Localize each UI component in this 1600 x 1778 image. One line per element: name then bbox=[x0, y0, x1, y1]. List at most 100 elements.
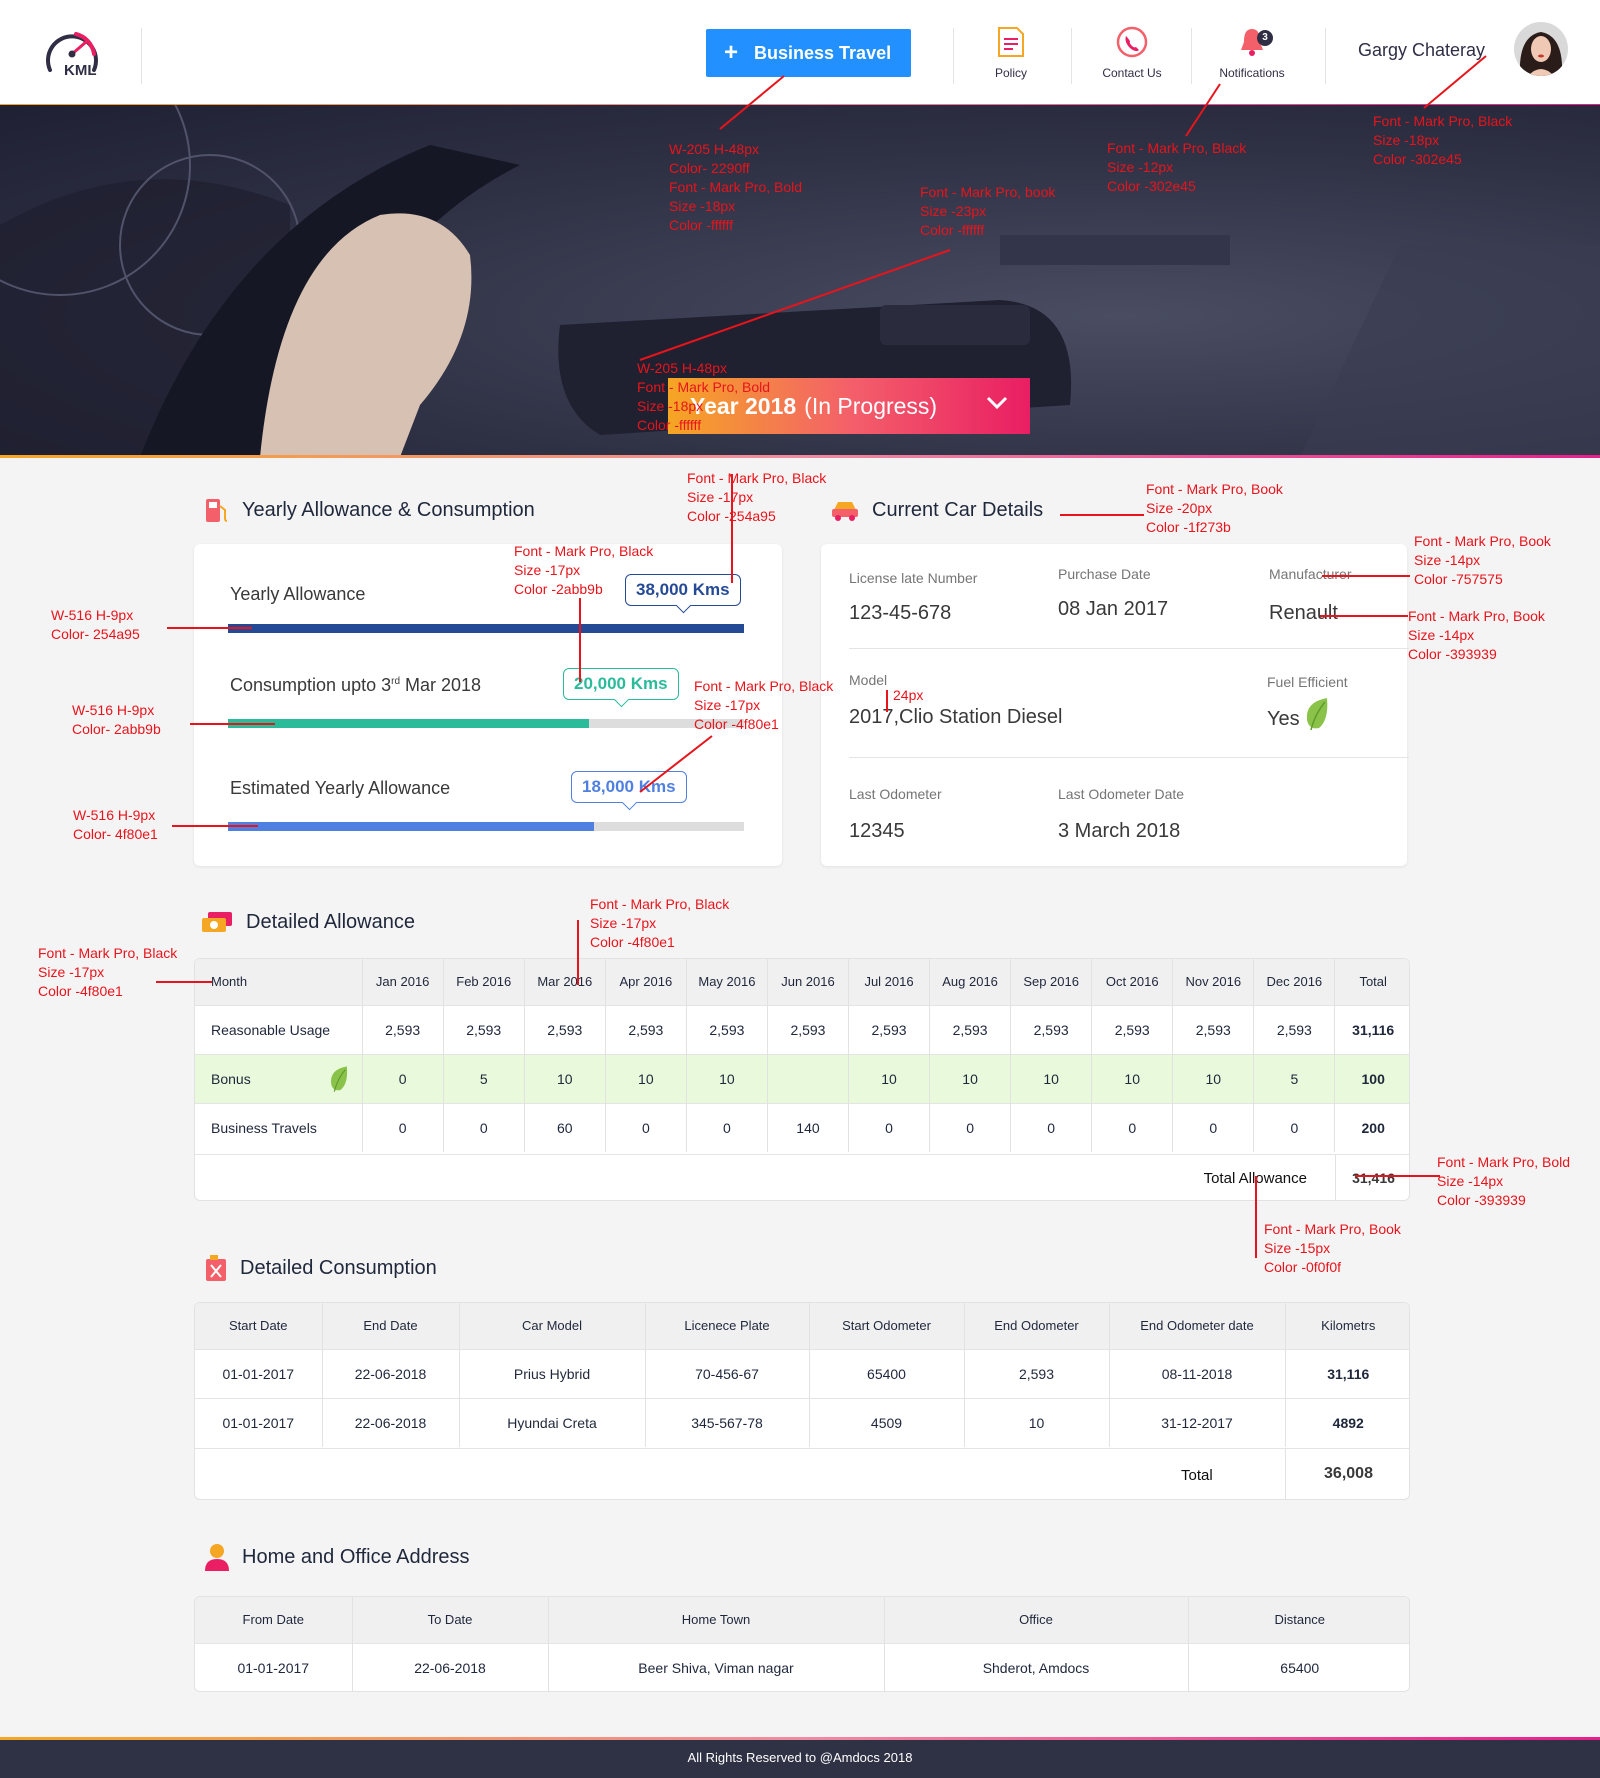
annotation-line: Size -20px bbox=[1146, 500, 1213, 516]
nav-policy[interactable]: Policy bbox=[956, 26, 1066, 86]
detailed-allowance-header-row: Month Jan 2016 Feb 2016 Mar 2016 Apr 201… bbox=[195, 959, 1409, 1005]
fuel-efficient-label: Fuel Efficient bbox=[1267, 674, 1348, 690]
annotation-line: Color- 2290ff bbox=[669, 160, 750, 176]
annotation-bubble-blue: Font - Mark Pro, Black Size -17px Color … bbox=[687, 469, 826, 526]
annotation-line: Size -15px bbox=[1264, 1240, 1331, 1256]
consumption-row-label: Consumption upto 3rd Mar 2018 bbox=[230, 675, 481, 696]
annotation-line: Color -4f80e1 bbox=[38, 983, 123, 999]
business-travel-button[interactable]: + Business Travel bbox=[706, 29, 911, 77]
fuel-efficient-value: Yes bbox=[1267, 708, 1300, 730]
user-avatar[interactable] bbox=[1514, 22, 1568, 76]
table-cell: 0 bbox=[1253, 1102, 1336, 1152]
annotation-line: Font - Mark Pro, Book bbox=[1408, 608, 1545, 624]
total-allowance-row: Total Allowance 31,416 bbox=[195, 1154, 1409, 1200]
table-row: Bonus 0 5 10 10 10 10 10 10 10 10 5 100 bbox=[195, 1053, 1409, 1103]
contact-phone-icon bbox=[1116, 26, 1148, 58]
car-icon bbox=[832, 502, 858, 521]
header-divider bbox=[1325, 28, 1326, 84]
annotation-line: W-516 H-9px bbox=[73, 807, 156, 823]
table-cell: 65400 bbox=[1188, 1642, 1409, 1691]
table-cell: 5 bbox=[443, 1053, 525, 1103]
annotation-model-gap: 24px bbox=[893, 686, 923, 705]
nav-contact-us[interactable]: Contact Us bbox=[1077, 26, 1187, 86]
section-car-details-title: Current Car Details bbox=[830, 498, 1043, 522]
table-cell: 2,593 bbox=[362, 1004, 444, 1054]
user-name[interactable]: Gargy Chateray bbox=[1358, 40, 1485, 61]
annotation-line: Color -2abb9b bbox=[514, 581, 603, 597]
fuel-pump-icon bbox=[206, 499, 228, 522]
table-cell: Prius Hybrid bbox=[459, 1348, 646, 1398]
row-total-cell: 31,116 bbox=[1334, 1004, 1409, 1054]
car-divider bbox=[849, 648, 1409, 649]
column-header: Apr 2016 bbox=[605, 959, 687, 1005]
annotation-car-value: Font - Mark Pro, Book Size -14px Color -… bbox=[1408, 607, 1545, 664]
address-table: From Date To Date Home Town Office Dista… bbox=[195, 1597, 1409, 1691]
annotation-line: 24px bbox=[893, 687, 924, 703]
annotation-line: Font - Mark Pro, Black bbox=[1373, 113, 1513, 129]
table-cell: 0 bbox=[1010, 1102, 1093, 1152]
annotation-notifications: Font - Mark Pro, Black Size -12px Color … bbox=[1107, 139, 1246, 196]
address-header-row: From Date To Date Home Town Office Dista… bbox=[195, 1597, 1409, 1643]
column-header: Nov 2016 bbox=[1172, 959, 1255, 1005]
table-cell: Beer Shiva, Viman nagar bbox=[548, 1642, 885, 1691]
last-odometer-label: Last Odometer bbox=[849, 786, 942, 802]
table-cell: 10 bbox=[848, 1053, 931, 1103]
table-cell: 2,593 bbox=[605, 1004, 687, 1054]
model-value: 2017,Clio Station Diesel bbox=[849, 706, 1063, 728]
column-header: End Odometer bbox=[964, 1303, 1110, 1349]
annotation-line: Size -17px bbox=[590, 915, 657, 931]
last-odometer-value: 12345 bbox=[849, 820, 905, 842]
column-header: Feb 2016 bbox=[443, 959, 525, 1005]
table-cell: 10 bbox=[1172, 1053, 1255, 1103]
table-row: 01-01-2017 22-06-2018 Hyundai Creta 345-567… bbox=[195, 1397, 1409, 1447]
license-label: License late Number bbox=[849, 570, 978, 586]
annotation-line: Color -4f80e1 bbox=[590, 934, 675, 950]
consumption-total-row: Total 36,008 bbox=[195, 1448, 1409, 1499]
table-cell: 0 bbox=[362, 1102, 444, 1152]
table-cell: 22-06-2018 bbox=[352, 1642, 549, 1691]
total-allowance-value: 31,416 bbox=[1352, 1170, 1395, 1186]
table-cell: 0 bbox=[929, 1102, 1012, 1152]
row-label-cell: Bonus bbox=[195, 1053, 363, 1103]
table-cell: 2,593 bbox=[848, 1004, 931, 1054]
column-header: Jul 2016 bbox=[848, 959, 931, 1005]
column-header: May 2016 bbox=[686, 959, 768, 1005]
car-details-title-text: Current Car Details bbox=[872, 498, 1044, 521]
table-cell: 2,593 bbox=[1010, 1004, 1093, 1054]
table-cell: 10 bbox=[524, 1053, 606, 1103]
annotation-line: Color -ffffff bbox=[637, 417, 702, 433]
annotation-line: Size -17px bbox=[514, 562, 581, 578]
table-cell: 10 bbox=[1091, 1053, 1174, 1103]
header-divider bbox=[1071, 28, 1072, 84]
table-cell: 2,593 bbox=[443, 1004, 525, 1054]
annotation-line: Size -18px bbox=[669, 198, 736, 214]
manufacturer-value: Renault bbox=[1269, 602, 1338, 624]
footer: All Rights Reserved to @Amdocs 2018 bbox=[0, 1740, 1600, 1778]
table-cell: 65400 bbox=[809, 1348, 965, 1398]
annotation-line: Color- 4f80e1 bbox=[73, 826, 158, 842]
detailed-allowance-title-text: Detailed Allowance bbox=[246, 910, 415, 933]
consumption-bubble: 20,000 Kms bbox=[563, 668, 679, 700]
avatar-portrait-icon bbox=[1514, 22, 1568, 76]
annotation-line: Color- 254a95 bbox=[51, 626, 140, 642]
table-cell: 31,116 bbox=[1285, 1348, 1409, 1398]
last-odometer-date-value: 3 March 2018 bbox=[1058, 820, 1181, 842]
annotation-username: Font - Mark Pro, Black Size -18px Color … bbox=[1373, 112, 1512, 169]
annotation-line: Font - Mark Pro, Book bbox=[1146, 481, 1283, 497]
annotation-year-box: W-205 H-48px Font - Mark Pro, Bold Size … bbox=[637, 359, 770, 435]
annotation-bar-green: W-516 H-9px Color- 2abb9b bbox=[72, 701, 161, 739]
estimated-bubble: 18,000 Kms bbox=[571, 771, 687, 803]
detailed-consumption-header-row: Start Date End Date Car Model Licenece P… bbox=[195, 1303, 1409, 1349]
column-header: Licenece Plate bbox=[645, 1303, 810, 1349]
leaf-icon bbox=[330, 1065, 347, 1092]
column-header: Office bbox=[884, 1597, 1189, 1643]
annotation-bubble-light: Font - Mark Pro, Black Size -17px Color … bbox=[694, 677, 833, 734]
annotation-line: Color- 2abb9b bbox=[72, 721, 161, 737]
column-header: Aug 2016 bbox=[929, 959, 1012, 1005]
detailed-allowance-table: Month Jan 2016 Feb 2016 Mar 2016 Apr 201… bbox=[195, 959, 1409, 1152]
section-address-title: Home and Office Address bbox=[204, 1542, 470, 1572]
column-header: Month bbox=[195, 959, 363, 1005]
table-cell: 2,593 bbox=[524, 1004, 606, 1054]
nav-notifications[interactable]: 3 Notifications bbox=[1197, 26, 1307, 86]
column-header: Car Model bbox=[459, 1303, 646, 1349]
